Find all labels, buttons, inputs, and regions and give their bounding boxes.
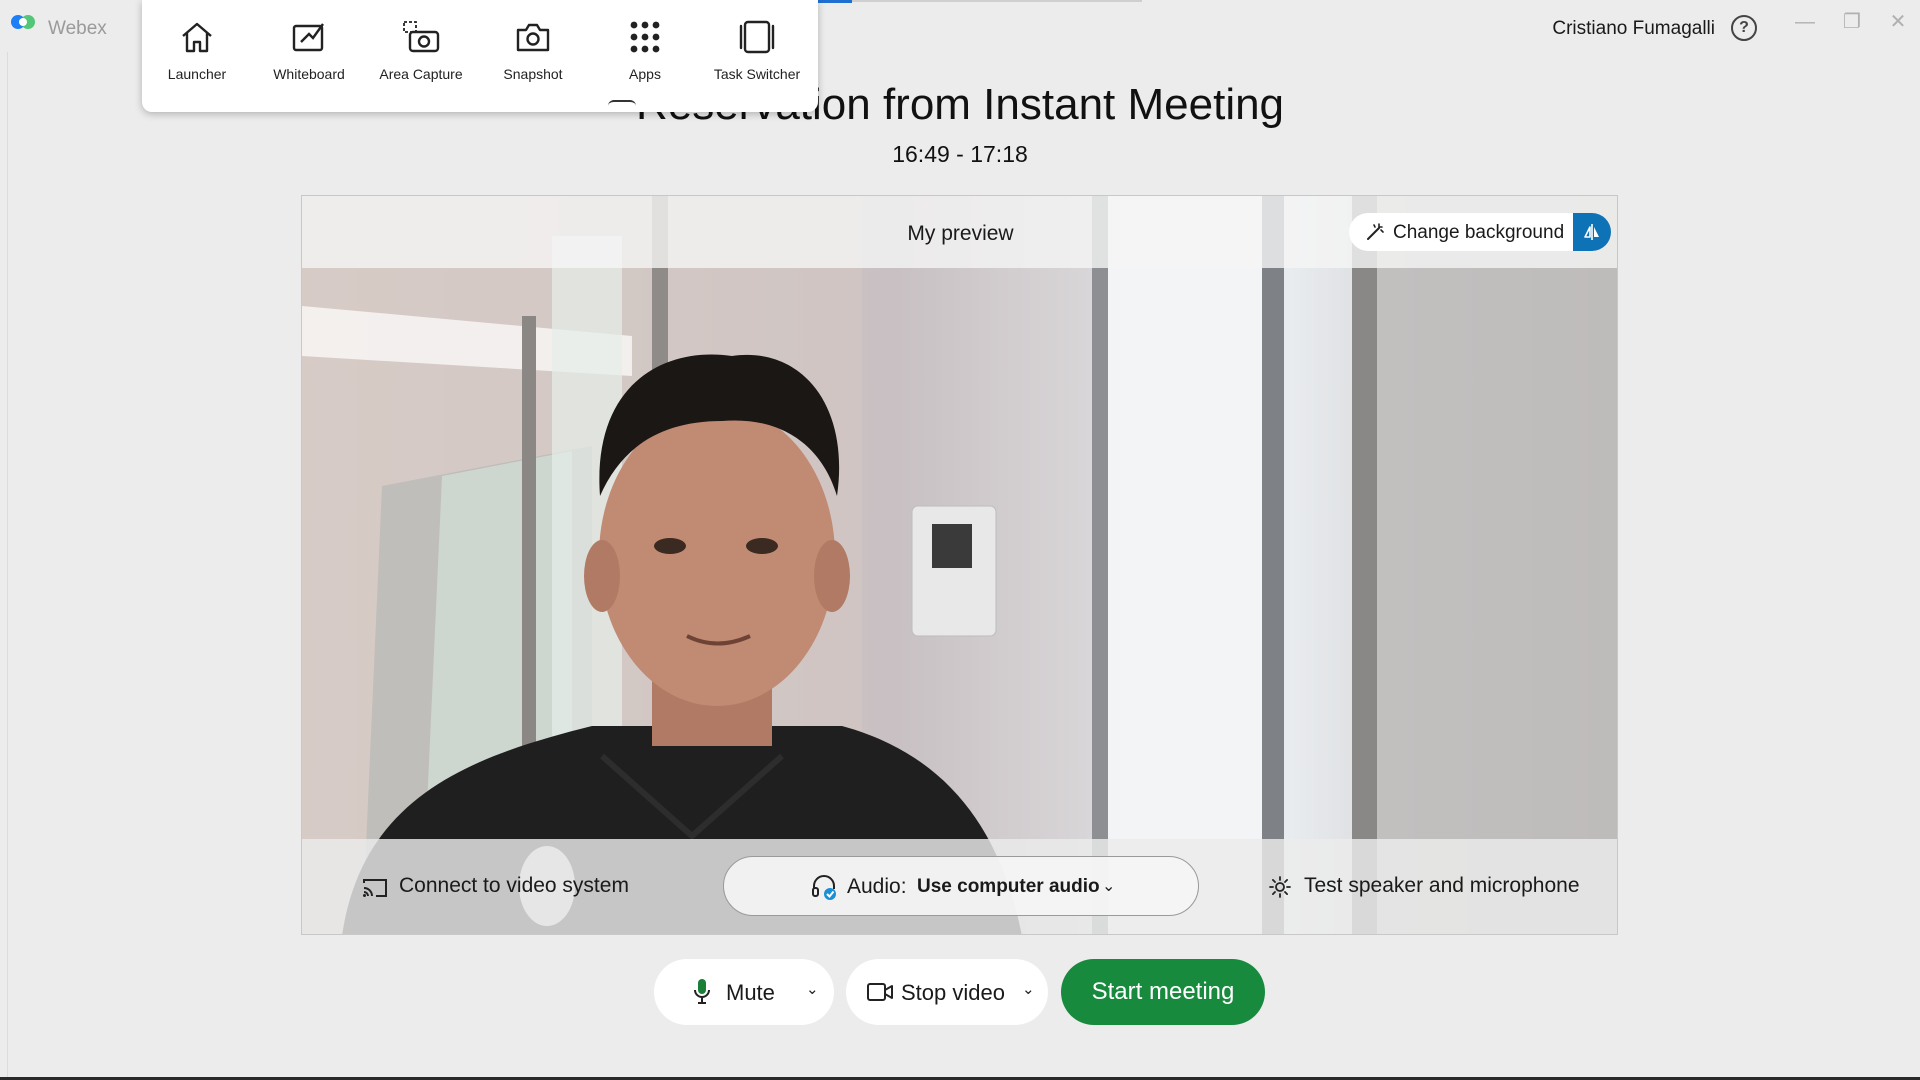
chevron-down-icon: ⌄ — [1102, 878, 1116, 895]
meeting-time: 16:49 - 17:18 — [892, 141, 1028, 167]
change-background-label: Change background — [1393, 222, 1565, 243]
video-options-chevron-icon[interactable]: ⌄ — [1022, 980, 1035, 998]
task-switcher-button[interactable]: Task Switcher — [702, 20, 812, 92]
video-preview: My preview Change background Connect to … — [301, 195, 1618, 935]
webex-logo-icon — [11, 15, 35, 29]
maximize-button[interactable]: ❐ — [1834, 8, 1870, 36]
start-meeting-button[interactable]: Start meeting — [1061, 959, 1265, 1025]
stop-video-label: Stop video — [901, 980, 1005, 1005]
apps-button[interactable]: Apps — [590, 20, 700, 92]
tool-label: Area Capture — [379, 66, 463, 82]
whiteboard-button[interactable]: Whiteboard — [254, 20, 364, 92]
audio-value: Use computer audio — [917, 876, 1100, 897]
preview-footer: Connect to video system Audio: Use compu… — [302, 839, 1617, 934]
microphone-icon — [694, 979, 710, 1004]
tool-label: Snapshot — [503, 66, 563, 82]
mute-label: Mute — [726, 980, 775, 1005]
launcher-button[interactable]: Launcher — [142, 20, 252, 92]
video-camera-icon — [867, 983, 893, 1001]
whiteboard-icon — [292, 23, 324, 52]
camera-icon — [516, 23, 550, 52]
test-speaker-label: Test speaker and microphone — [1304, 874, 1580, 897]
stop-video-button[interactable]: Stop video ⌄ — [846, 959, 1048, 1025]
gear-icon — [1269, 876, 1291, 898]
tool-label: Whiteboard — [273, 66, 345, 82]
mirror-icon — [1584, 224, 1599, 240]
floating-toolbar: Launcher Whiteboard Area Capture Snapsho… — [142, 0, 818, 112]
connect-label: Connect to video system — [399, 874, 629, 897]
help-icon[interactable]: ? — [1731, 15, 1757, 41]
tool-label: Task Switcher — [713, 66, 801, 82]
snapshot-button[interactable]: Snapshot — [478, 20, 588, 92]
headset-icon — [812, 875, 836, 900]
mirror-video-button[interactable] — [1573, 213, 1611, 251]
tab-indicator-track — [852, 0, 1142, 2]
camera-feed — [302, 196, 1617, 934]
home-icon — [182, 22, 212, 53]
area-capture-icon — [403, 21, 440, 53]
minimize-button[interactable]: — — [1787, 8, 1823, 36]
area-capture-button[interactable]: Area Capture — [366, 20, 476, 92]
task-switcher-icon — [739, 20, 775, 54]
tool-label: Apps — [629, 66, 661, 82]
preview-header: My preview Change background — [302, 196, 1617, 268]
app-name: Webex — [48, 18, 107, 39]
mute-button[interactable]: Mute ⌄ — [654, 959, 834, 1025]
audio-prefix: Audio: — [847, 875, 907, 898]
mute-options-chevron-icon[interactable]: ⌄ — [806, 980, 819, 998]
toolbar-collapse-handle[interactable] — [608, 100, 636, 106]
close-button[interactable]: ✕ — [1880, 8, 1916, 36]
cast-icon — [363, 879, 387, 897]
user-name[interactable]: Cristiano Fumagalli — [1552, 18, 1715, 40]
change-background-button[interactable]: Change background — [1349, 213, 1573, 251]
apps-grid-icon — [630, 21, 660, 53]
tool-label: Launcher — [167, 66, 227, 82]
audio-selector[interactable]: Audio: Use computer audio ⌄ — [723, 856, 1199, 916]
magic-wand-icon — [1367, 223, 1384, 240]
